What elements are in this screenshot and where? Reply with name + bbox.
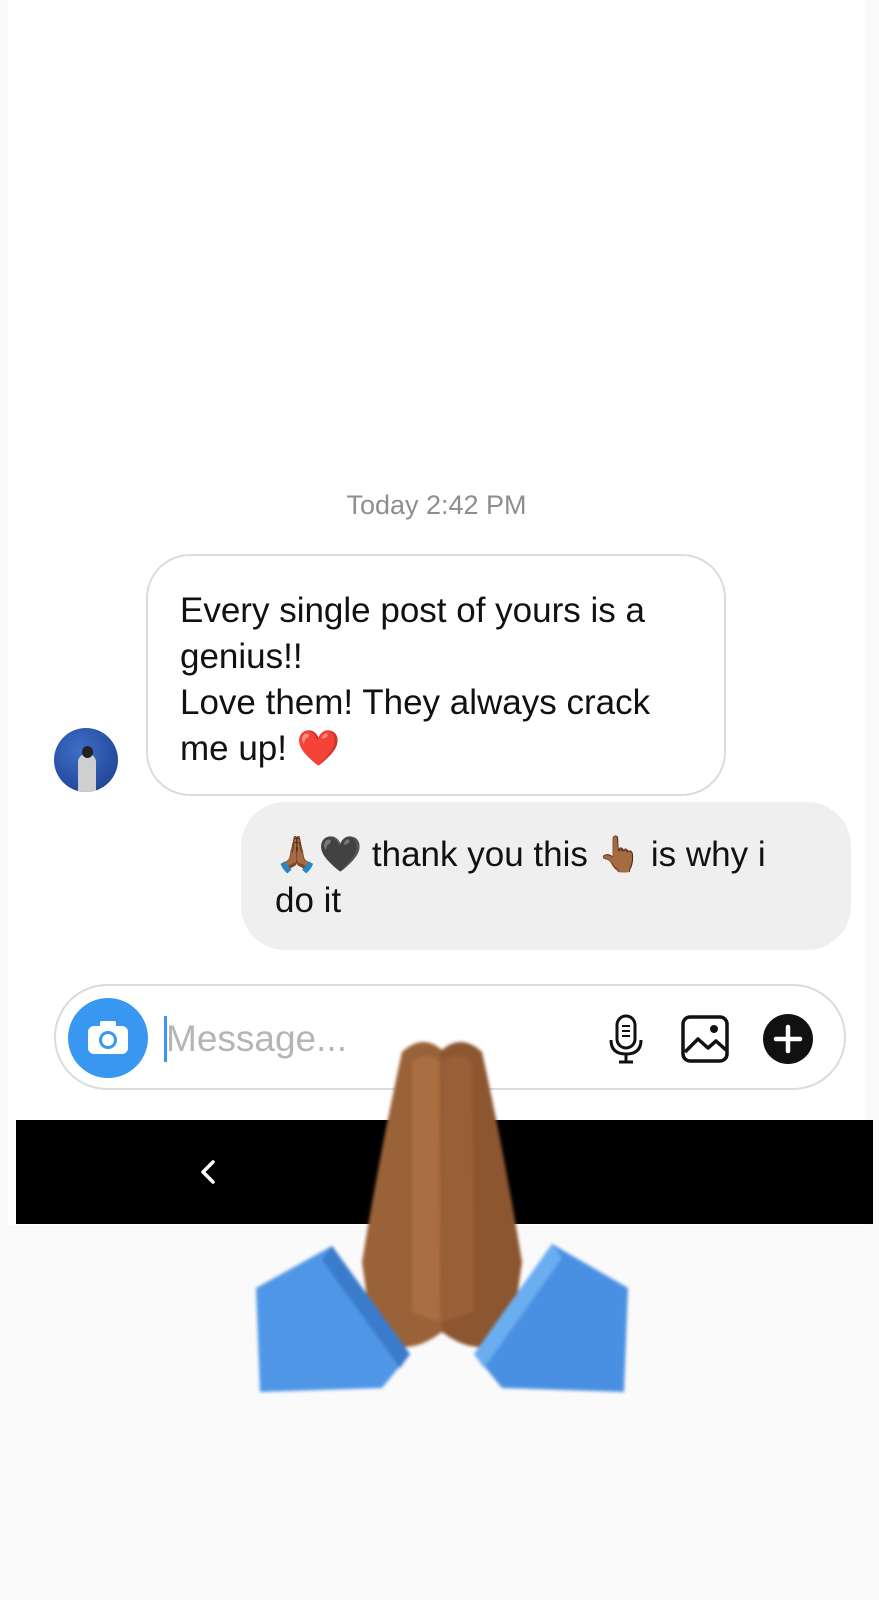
add-button[interactable] [761, 1012, 815, 1066]
gallery-button[interactable] [678, 1012, 732, 1066]
back-button[interactable] [188, 1150, 228, 1194]
message-line: genius!! [180, 637, 303, 676]
message-timestamp: Today 2:42 PM [346, 490, 527, 520]
message-line: 🙏🏾🖤 thank you this 👆🏾 is why i [275, 835, 766, 874]
folded-hands-emoji [256, 1042, 628, 1392]
camera-button[interactable] [68, 998, 148, 1078]
received-message-bubble[interactable]: Every single post of yours is a genius!!… [146, 554, 726, 796]
message-line: Love them! They always crack [180, 683, 651, 722]
sender-avatar[interactable] [54, 728, 118, 792]
gallery-icon [681, 1015, 729, 1063]
camera-icon [88, 1021, 128, 1054]
message-line: me up! ❤️ [180, 729, 341, 768]
app-stage: Today 2:42 PM Every single post of yours… [0, 0, 879, 1600]
message-line: Every single post of yours is a [180, 591, 645, 630]
plus-circle-icon [763, 1014, 813, 1064]
avatar-head [82, 746, 93, 758]
message-line: do it [275, 881, 342, 920]
sent-message-bubble[interactable]: 🙏🏾🖤 thank you this 👆🏾 is why i do it [241, 802, 851, 950]
avatar-figure [78, 754, 96, 792]
chevron-left-icon [201, 1160, 215, 1184]
